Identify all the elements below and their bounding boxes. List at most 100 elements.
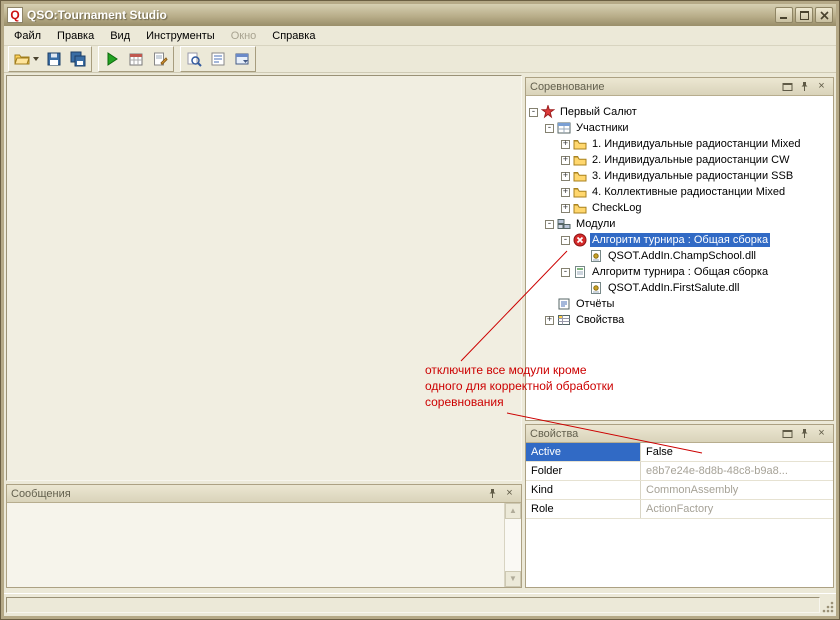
expander-icon[interactable]: + [561,172,570,181]
tree-item[interactable]: QSOT.AddIn.ChampSchool.dll [526,248,833,264]
module-icon [573,265,587,279]
menu-item-3[interactable]: Инструменты [138,28,223,44]
tree-item[interactable]: - Алгоритм турнира : Общая сборка [526,232,833,248]
menu-item-1[interactable]: Правка [49,28,102,44]
expander-icon[interactable]: - [545,220,554,229]
pin-icon[interactable] [797,427,812,441]
expander-icon[interactable]: - [561,236,570,245]
save-icon [46,51,62,67]
expander-icon[interactable]: + [561,204,570,213]
property-row[interactable]: ActiveFalse [526,443,833,462]
tree-item[interactable]: - Модули [526,216,833,232]
expander-icon[interactable]: - [529,108,538,117]
resize-grip-icon[interactable] [821,600,835,614]
property-grid: ActiveFalseFoldere8b7e24e-8d8b-48c8-b9a8… [526,443,833,587]
menu-item-0[interactable]: Файл [6,28,49,44]
tree-item[interactable]: - Первый Салют [526,104,833,120]
property-row[interactable]: Foldere8b7e24e-8d8b-48c8-b9a8... [526,462,833,481]
expander-icon[interactable]: + [561,156,570,165]
expander-icon[interactable]: - [545,124,554,133]
edit-icon [152,51,168,67]
dll-icon [589,281,603,295]
scroll-down-icon[interactable]: ▼ [505,571,521,587]
close-icon[interactable]: × [814,80,829,94]
messages-body: ▲ ▼ [7,503,521,587]
tree-item[interactable]: +3. Индивидуальные радиостанции SSB [526,168,833,184]
folder-icon [573,169,587,183]
expander-icon[interactable]: + [561,188,570,197]
tree-item[interactable]: Отчёты [526,296,833,312]
expander-icon[interactable]: + [561,140,570,149]
window-title: QSO:Tournament Studio [27,8,775,22]
close-icon[interactable]: × [502,487,517,501]
property-value: CommonAssembly [641,481,833,499]
tree-item-label: Алгоритм турнира : Общая сборка [590,265,770,279]
property-row[interactable]: RoleActionFactory [526,500,833,519]
participants-icon [557,121,571,135]
menu-item-5[interactable]: Справка [264,28,323,44]
report-button[interactable] [206,48,230,70]
property-value: ActionFactory [641,500,833,518]
property-name: Kind [526,481,641,499]
tree-item[interactable]: + Свойства [526,312,833,328]
tree-item[interactable]: - Алгоритм турнира : Общая сборка [526,264,833,280]
messages-panel-header: Сообщения × [7,485,521,503]
module-disabled-icon [573,233,587,247]
pin-icon[interactable] [485,487,500,501]
run-icon [104,51,120,67]
toolbar [4,46,836,73]
properties-panel-title: Свойства [530,428,778,440]
app-icon: Q [7,7,23,23]
dll-icon [589,249,603,263]
tree-item-label: 4. Коллективные радиостанции Mixed [590,185,787,199]
maximize-button[interactable] [795,7,813,23]
document-area [6,75,522,481]
save-all-button[interactable] [66,48,90,70]
toolbar-group [8,46,92,72]
folder-icon [573,153,587,167]
menu-item-2[interactable]: Вид [102,28,138,44]
run-button[interactable] [100,48,124,70]
search-button[interactable] [182,48,206,70]
tree-item-label: Модули [574,217,617,231]
save-button[interactable] [42,48,66,70]
close-icon[interactable]: × [814,427,829,441]
report-icon [210,51,226,67]
scroll-up-icon[interactable]: ▲ [505,503,521,519]
tree-item[interactable]: + CheckLog [526,200,833,216]
form-button[interactable] [230,48,254,70]
tree-item[interactable]: +1. Индивидуальные радиостанции Mixed [526,136,833,152]
toolbar-group [180,46,256,72]
expander-icon[interactable]: + [545,316,554,325]
property-name: Role [526,500,641,518]
float-window-icon[interactable] [780,427,795,441]
edit-button[interactable] [148,48,172,70]
competition-icon [541,105,555,119]
tree-item[interactable]: -Участники [526,120,833,136]
tree-item-label: Отчёты [574,297,616,311]
pin-icon[interactable] [797,80,812,94]
competition-panel-title: Соревнование [530,81,778,93]
open-button[interactable] [10,48,42,70]
calendar-button[interactable] [124,48,148,70]
tree-item-label: QSOT.AddIn.FirstSalute.dll [606,281,741,295]
tree-item[interactable]: +2. Индивидуальные радиостанции CW [526,152,833,168]
tree-item-label: Первый Салют [558,105,639,119]
tree-item-label: Алгоритм турнира : Общая сборка [590,233,770,247]
competition-tree: -Первый Салют-Участники+1. Индивидуальны… [526,96,833,420]
messages-panel-title: Сообщения [11,488,483,500]
close-button[interactable] [815,7,833,23]
scrollbar[interactable]: ▲ ▼ [504,503,521,587]
modules-icon [557,217,571,231]
float-window-icon[interactable] [780,80,795,94]
tree-item-label: Свойства [574,313,626,327]
competition-panel-header: Соревнование × [526,78,833,96]
tree-item[interactable]: +4. Коллективные радиостанции Mixed [526,184,833,200]
minimize-button[interactable] [775,7,793,23]
tree-item[interactable]: QSOT.AddIn.FirstSalute.dll [526,280,833,296]
save-all-icon [70,51,86,67]
expander-icon[interactable]: - [561,268,570,277]
tree-item-label: CheckLog [590,201,644,215]
property-row[interactable]: KindCommonAssembly [526,481,833,500]
search-icon [186,51,202,67]
